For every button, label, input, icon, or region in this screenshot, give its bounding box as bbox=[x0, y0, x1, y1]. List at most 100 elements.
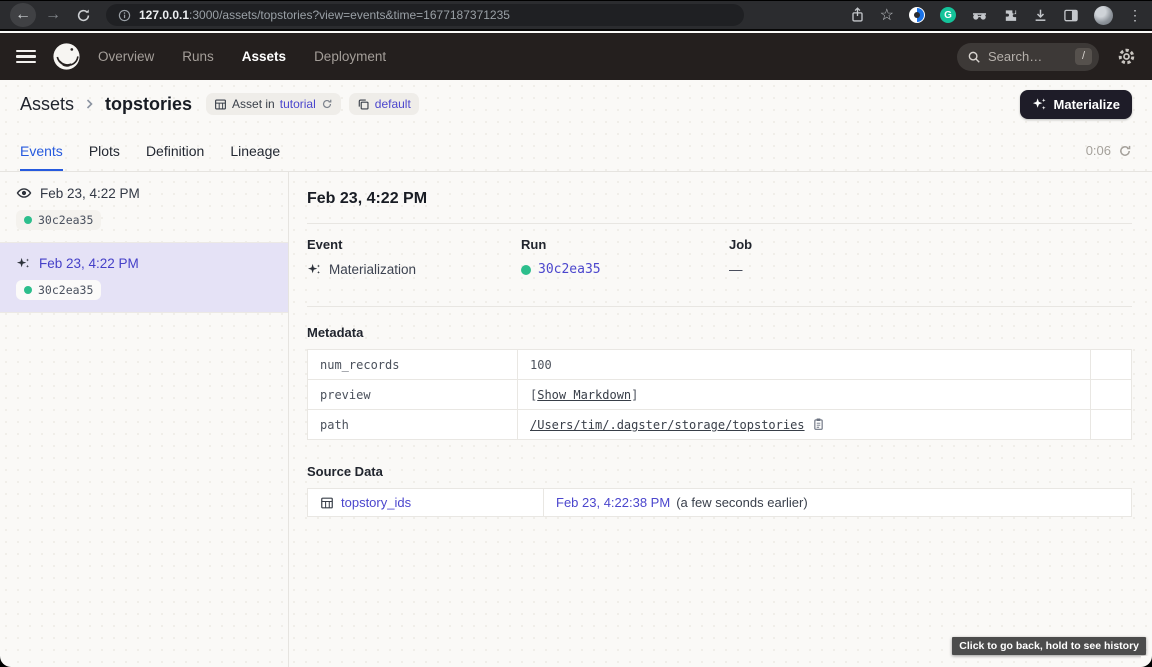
refresh-timer: 0:06 bbox=[1086, 143, 1111, 158]
run-id: 30c2ea35 bbox=[38, 213, 93, 227]
incognito-glasses-icon[interactable] bbox=[971, 8, 988, 22]
default-group-link[interactable]: default bbox=[375, 97, 411, 111]
search-icon bbox=[967, 50, 981, 64]
site-info-icon[interactable] bbox=[118, 9, 131, 22]
window-corner bbox=[1141, 656, 1152, 667]
refresh-icon[interactable] bbox=[1118, 144, 1132, 158]
metadata-action-cell bbox=[1091, 380, 1132, 410]
run-status-dot bbox=[24, 216, 32, 224]
browser-forward-button[interactable]: → bbox=[40, 3, 66, 27]
run-tag[interactable]: 30c2ea35 bbox=[16, 280, 101, 300]
back-button-tooltip: Click to go back, hold to see history bbox=[952, 637, 1146, 655]
table-row: path /Users/tim/.dagster/storage/topstor… bbox=[308, 410, 1132, 440]
copy-path-icon[interactable] bbox=[812, 417, 825, 431]
run-tag[interactable]: 30c2ea35 bbox=[16, 210, 101, 230]
asset-page-header: Assets topstories Asset in tutorial defa… bbox=[0, 80, 1152, 128]
tab-lineage[interactable]: Lineage bbox=[230, 143, 280, 171]
hamburger-menu-icon[interactable] bbox=[16, 50, 36, 63]
event-list-item-observation[interactable]: Feb 23, 4:22 PM 30c2ea35 bbox=[0, 172, 288, 243]
url-text: 127.0.0.1:3000/assets/topstories?view=ev… bbox=[139, 8, 510, 22]
tab-events[interactable]: Events bbox=[20, 143, 63, 171]
metadata-key: num_records bbox=[308, 350, 518, 380]
sparkle-materialization-icon bbox=[307, 262, 322, 277]
nav-item-runs[interactable]: Runs bbox=[182, 49, 214, 64]
breadcrumb-current-asset: topstories bbox=[105, 94, 192, 115]
run-column-label: Run bbox=[521, 237, 729, 252]
event-list-item-materialization-selected[interactable]: Feb 23, 4:22 PM 30c2ea35 bbox=[0, 243, 288, 313]
pill-prefix-text: Asset in bbox=[232, 97, 275, 111]
source-data-table: topstory_ids Feb 23, 4:22:38 PM (a few se… bbox=[307, 488, 1132, 517]
run-status-dot bbox=[24, 286, 32, 294]
event-detail-title: Feb 23, 4:22 PM bbox=[307, 190, 1132, 208]
event-detail-panel: Feb 23, 4:22 PM Event Materialization bbox=[289, 172, 1152, 667]
materialize-button[interactable]: Materialize bbox=[1020, 90, 1132, 119]
table-grid-icon bbox=[214, 98, 227, 111]
sparkle-materialization-icon bbox=[16, 256, 31, 271]
bookmark-star-icon[interactable]: ☆ bbox=[880, 5, 894, 25]
refresh-icon[interactable] bbox=[321, 98, 333, 110]
browser-profile-avatar[interactable] bbox=[1094, 6, 1113, 25]
source-timestamp-link[interactable]: Feb 23, 4:22:38 PM bbox=[556, 495, 670, 510]
reload-icon bbox=[76, 8, 91, 23]
settings-gear-icon[interactable] bbox=[1117, 47, 1136, 66]
divider bbox=[307, 223, 1132, 224]
divider bbox=[307, 306, 1132, 307]
source-timestamp-note: (a few seconds earlier) bbox=[676, 495, 808, 510]
event-timestamp: Feb 23, 4:22 PM bbox=[40, 186, 140, 201]
table-row: preview [Show Markdown] bbox=[308, 380, 1132, 410]
show-markdown-link[interactable]: Show Markdown bbox=[537, 388, 631, 402]
event-column-label: Event bbox=[307, 237, 521, 252]
browser-back-button[interactable]: ← bbox=[10, 3, 36, 27]
metadata-key: preview bbox=[308, 380, 518, 410]
eye-observation-icon bbox=[16, 185, 32, 201]
window-corner bbox=[0, 656, 11, 667]
browser-reload-button[interactable] bbox=[70, 3, 96, 27]
tab-definition[interactable]: Definition bbox=[146, 143, 204, 171]
breadcrumb-assets-link[interactable]: Assets bbox=[20, 94, 74, 115]
metadata-table: num_records 100 preview [Show Markdown] … bbox=[307, 349, 1132, 440]
path-link[interactable]: /Users/tim/.dagster/storage/topstories bbox=[530, 418, 805, 432]
breadcrumb-chevron-icon bbox=[83, 96, 96, 112]
upstream-asset-link[interactable]: topstory_ids bbox=[341, 495, 411, 510]
metadata-heading: Metadata bbox=[307, 325, 1132, 340]
dagster-logo[interactable] bbox=[51, 41, 82, 72]
job-column-label: Job bbox=[729, 237, 1132, 252]
run-id: 30c2ea35 bbox=[38, 283, 93, 297]
metadata-value: [Show Markdown] bbox=[518, 380, 1091, 410]
asset-tabs: Events Plots Definition Lineage 0:06 bbox=[0, 128, 1152, 172]
event-timestamp: Feb 23, 4:22 PM bbox=[39, 256, 139, 271]
copies-icon bbox=[357, 98, 370, 111]
tab-plots[interactable]: Plots bbox=[89, 143, 120, 171]
nav-item-assets[interactable]: Assets bbox=[242, 49, 286, 64]
event-list-sidebar: Feb 23, 4:22 PM 30c2ea35 Feb 23, 4:22 PM bbox=[0, 172, 289, 667]
repo-pill: default bbox=[349, 93, 419, 115]
source-data-heading: Source Data bbox=[307, 464, 1132, 479]
extension-circle-icon[interactable] bbox=[909, 7, 925, 23]
table-row: topstory_ids Feb 23, 4:22:38 PM (a few se… bbox=[308, 489, 1132, 517]
extensions-puzzle-icon[interactable] bbox=[1003, 8, 1018, 23]
grammarly-extension-icon[interactable]: G bbox=[940, 7, 956, 23]
metadata-action-cell bbox=[1091, 410, 1132, 440]
run-id-link[interactable]: 30c2ea35 bbox=[538, 262, 601, 277]
run-status-dot bbox=[521, 265, 531, 275]
search-shortcut-badge: / bbox=[1075, 48, 1092, 65]
nav-item-deployment[interactable]: Deployment bbox=[314, 49, 386, 64]
download-icon[interactable] bbox=[1033, 8, 1048, 23]
share-icon[interactable] bbox=[850, 7, 865, 23]
metadata-action-cell bbox=[1091, 350, 1132, 380]
metadata-key: path bbox=[308, 410, 518, 440]
event-summary-columns: Event Materialization Run 3 bbox=[307, 237, 1132, 277]
app-navbar: Overview Runs Assets Deployment Search… … bbox=[0, 33, 1152, 80]
side-panel-icon[interactable] bbox=[1063, 8, 1079, 23]
sparkle-icon bbox=[1032, 97, 1047, 112]
nav-item-overview[interactable]: Overview bbox=[98, 49, 154, 64]
tutorial-link[interactable]: tutorial bbox=[280, 97, 316, 111]
url-host: 127.0.0.1 bbox=[139, 8, 189, 22]
search-placeholder: Search… bbox=[988, 49, 1042, 64]
browser-address-bar[interactable]: 127.0.0.1:3000/assets/topstories?view=ev… bbox=[106, 4, 744, 26]
table-row: num_records 100 bbox=[308, 350, 1132, 380]
search-input[interactable]: Search… / bbox=[957, 43, 1099, 71]
event-type-value: Materialization bbox=[329, 262, 416, 277]
browser-menu-icon[interactable]: ⋮ bbox=[1128, 7, 1142, 24]
browser-toolbar: ← → 127.0.0.1:3000/assets/topstories?vie… bbox=[0, 0, 1152, 31]
